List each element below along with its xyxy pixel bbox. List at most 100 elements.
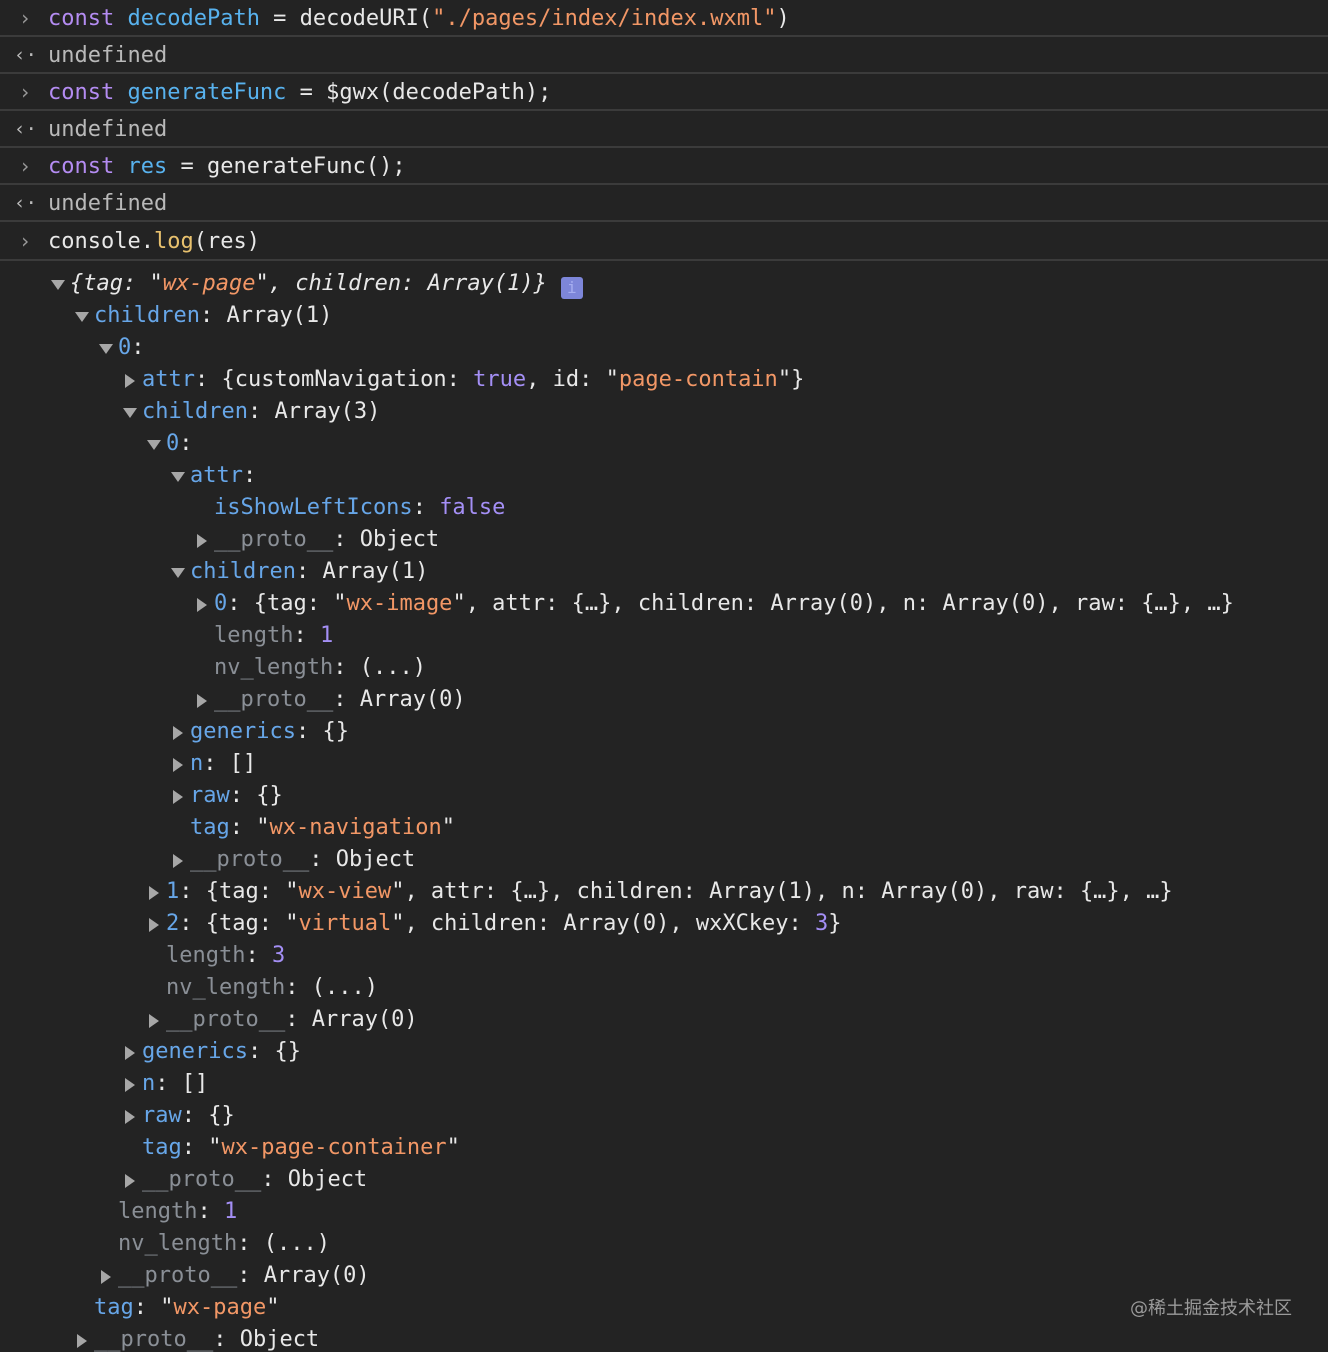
info-icon[interactable]: i [560, 277, 583, 299]
collapsed-triangle-icon[interactable] [74, 1324, 90, 1352]
code-token: 3 [271, 943, 286, 968]
tree-row[interactable]: attr: [0, 460, 1328, 492]
tree-row-text: __proto__: Array(0) [166, 1004, 418, 1036]
console-input-line[interactable]: › const res = generateFunc(); [0, 148, 1328, 185]
tree-row[interactable]: __proto__: Object [0, 1324, 1328, 1352]
tree-row-text: __proto__: Object [142, 1164, 367, 1196]
tree-row[interactable]: generics: {} [0, 716, 1328, 748]
collapsed-triangle-icon[interactable] [122, 1100, 138, 1132]
code-token: false [439, 495, 506, 520]
return-arrow-icon: ‹· [14, 118, 37, 140]
tree-row[interactable]: __proto__: Array(0) [0, 1260, 1328, 1292]
expanded-triangle-icon[interactable] [146, 428, 162, 460]
collapsed-triangle-icon[interactable] [170, 748, 186, 780]
code-token: " [160, 1295, 174, 1320]
expanded-triangle-icon[interactable] [98, 332, 114, 364]
expanded-triangle-icon[interactable] [170, 460, 186, 492]
code-token: __proto__ [190, 847, 310, 872]
code-token: : [242, 463, 257, 488]
code-token: , children: Array(0), wxXCkey: [404, 911, 816, 936]
expanded-triangle-icon[interactable] [122, 396, 138, 428]
code-token: : {tag: [179, 911, 286, 936]
tree-row-text: __proto__: Object [94, 1324, 319, 1352]
code-token: : [412, 495, 440, 520]
console-input-line[interactable]: › console.log(res) [0, 222, 1328, 261]
collapsed-triangle-icon[interactable] [194, 684, 210, 716]
tree-row-text: tag: "wx-page-container" [142, 1132, 460, 1164]
tree-row-text: isShowLeftIcons: false [214, 492, 505, 524]
tree-row: tag: "wx-navigation" [0, 812, 1328, 844]
tree-row[interactable]: __proto__: Array(0) [0, 1004, 1328, 1036]
tree-row: tag: "wx-page-container" [0, 1132, 1328, 1164]
collapsed-triangle-icon[interactable] [122, 364, 138, 396]
code-token: tag [142, 1135, 182, 1160]
tree-row-text: generics: {} [190, 716, 349, 748]
tree-row[interactable]: raw: {} [0, 780, 1328, 812]
tree-row[interactable]: n: [] [0, 1068, 1328, 1100]
code-token: : {} [295, 719, 349, 744]
tree-row-text: __proto__: Array(0) [118, 1260, 370, 1292]
code-token: 1 [223, 1199, 238, 1224]
tree-row-text: n: [] [190, 748, 256, 780]
tree-row[interactable]: 1: {tag: "wx-view", attr: {…}, children:… [0, 876, 1328, 908]
expanded-triangle-icon[interactable] [74, 300, 90, 332]
tree-row[interactable]: raw: {} [0, 1100, 1328, 1132]
code-token: : [197, 1199, 224, 1224]
tree-row: nv_length: (...) [0, 652, 1328, 684]
code-token: , id: [526, 367, 606, 392]
collapsed-triangle-icon[interactable] [122, 1068, 138, 1100]
code-token: " [285, 911, 299, 936]
collapsed-triangle-icon[interactable] [170, 780, 186, 812]
code-token: " [285, 879, 299, 904]
tree-row[interactable]: generics: {} [0, 1036, 1328, 1068]
collapsed-triangle-icon[interactable] [146, 1004, 162, 1036]
tree-row-text: __proto__: Array(0) [214, 684, 466, 716]
code-token: : (...) [285, 975, 378, 1000]
tree-row[interactable]: 0: [0, 332, 1328, 364]
collapsed-triangle-icon[interactable] [170, 716, 186, 748]
collapsed-triangle-icon[interactable] [98, 1260, 114, 1292]
tree-row[interactable]: 0: [0, 428, 1328, 460]
code-token: : [179, 431, 193, 456]
expanded-triangle-icon[interactable] [50, 268, 66, 300]
code-token: : [] [203, 751, 257, 776]
tree-row[interactable]: children: Array(1) [0, 556, 1328, 588]
code-token: : Object [309, 847, 416, 872]
collapsed-triangle-icon[interactable] [194, 588, 210, 620]
tree-row[interactable]: __proto__: Object [0, 1164, 1328, 1196]
code-token: " [255, 271, 269, 296]
collapsed-triangle-icon[interactable] [122, 1164, 138, 1196]
tree-row[interactable]: __proto__: Array(0) [0, 684, 1328, 716]
code-token: length [166, 943, 246, 968]
console-input-line[interactable]: › const generateFunc = $gwx(decodePath); [0, 74, 1328, 111]
tree-row: length: 1 [0, 1196, 1328, 1228]
collapsed-triangle-icon[interactable] [146, 908, 162, 940]
collapsed-triangle-icon[interactable] [194, 524, 210, 556]
tree-row-text: __proto__: Object [214, 524, 439, 556]
tree-row[interactable]: n: [] [0, 748, 1328, 780]
tree-row[interactable]: attr: {customNavigation: true, id: "page… [0, 364, 1328, 396]
tree-row[interactable]: children: Array(1) [0, 300, 1328, 332]
code-token: page-contain [618, 367, 778, 392]
code-token: " [391, 911, 405, 936]
tree-row-text: children: Array(3) [142, 396, 380, 428]
code-token: attr [190, 463, 243, 488]
code-token: " [256, 815, 270, 840]
console-result-line: ‹· undefined [0, 37, 1328, 74]
tree-row-text: length: 1 [214, 620, 333, 652]
code-token: wx-page-container [221, 1135, 447, 1160]
console-input-line[interactable]: › const decodePath = decodeURI("./pages/i… [0, 0, 1328, 37]
console-history: › const decodePath = decodeURI("./pages/i… [0, 0, 1328, 261]
expanded-triangle-icon[interactable] [170, 556, 186, 588]
tree-row[interactable]: 2: {tag: "virtual", children: Array(0), … [0, 908, 1328, 940]
tree-row[interactable]: __proto__: Object [0, 844, 1328, 876]
tree-row[interactable]: 0: {tag: "wx-image", attr: {…}, children… [0, 588, 1328, 620]
tree-row[interactable]: {tag: "wx-page", children: Array(1)} i [0, 268, 1328, 300]
collapsed-triangle-icon[interactable] [122, 1036, 138, 1068]
code-token: " [266, 1295, 280, 1320]
code-token: 0 [166, 431, 180, 456]
collapsed-triangle-icon[interactable] [146, 876, 162, 908]
collapsed-triangle-icon[interactable] [170, 844, 186, 876]
tree-row[interactable]: children: Array(3) [0, 396, 1328, 428]
tree-row[interactable]: __proto__: Object [0, 524, 1328, 556]
